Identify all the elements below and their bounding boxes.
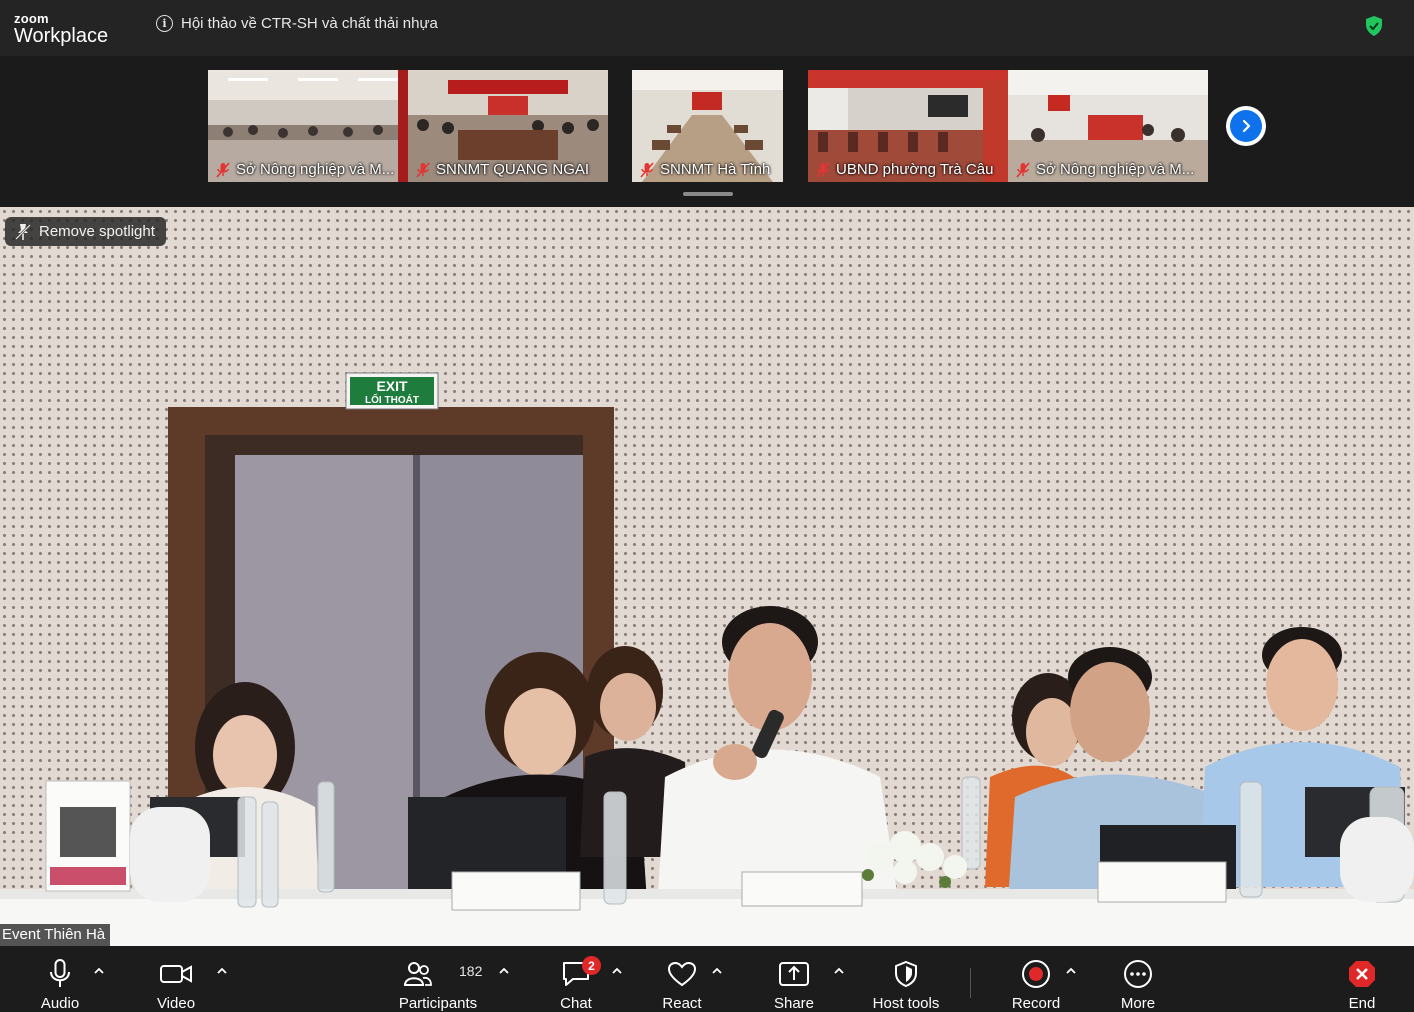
thumbnail-tile[interactable]: Sở Nông nghiệp và M... xyxy=(208,70,408,182)
participant-thumbnail-strip: Sở Nông nghiệp và M... SNNMT QUANG NGAI … xyxy=(0,56,1414,207)
thumbnail-name: UBND phường Trà Câu xyxy=(816,161,1002,178)
chat-unread-badge: 2 xyxy=(582,956,601,975)
share-button[interactable]: Share xyxy=(766,946,822,1012)
share-screen-icon xyxy=(779,961,809,986)
meeting-info[interactable]: i Hội thảo về CTR-SH và chất thải nhựa xyxy=(156,15,438,32)
chevron-right-icon xyxy=(1230,110,1262,142)
thumbnail-name: SNNMT QUANG NGAI xyxy=(416,161,602,178)
active-speaker-name: Event Thiên Hà xyxy=(0,924,111,946)
host-tools-button[interactable]: Host tools xyxy=(866,946,946,1012)
zoom-workplace-logo: zoom Workplace xyxy=(14,12,108,46)
exit-sign-text: EXIT xyxy=(376,378,408,394)
more-button[interactable]: More xyxy=(1110,946,1166,1012)
exit-sign-subtext: LỐI THOÁT xyxy=(365,392,419,406)
meeting-controls-toolbar: Audio Video Participants 182 Chat 2 Reac… xyxy=(0,946,1414,1012)
record-options-chevron-icon[interactable] xyxy=(1065,966,1077,976)
remove-spotlight-button[interactable]: Remove spotlight xyxy=(5,217,166,246)
meeting-title: Hội thảo về CTR-SH và chất thải nhựa xyxy=(181,15,438,32)
thumbnail-name: SNNMT Hà Tĩnh xyxy=(640,161,777,178)
pin-icon xyxy=(15,223,31,240)
audio-options-chevron-icon[interactable] xyxy=(93,966,105,976)
video-camera-icon xyxy=(160,964,192,983)
participants-button[interactable]: Participants xyxy=(393,946,483,1012)
title-bar: zoom Workplace i Hội thảo về CTR-SH và c… xyxy=(0,0,1414,56)
muted-mic-icon xyxy=(816,161,830,178)
brand-small: zoom xyxy=(14,11,49,26)
participants-options-chevron-icon[interactable] xyxy=(498,966,510,976)
microphone-icon xyxy=(50,958,70,987)
more-options-icon xyxy=(1124,959,1152,988)
video-options-chevron-icon[interactable] xyxy=(216,966,228,976)
share-options-chevron-icon[interactable] xyxy=(833,966,845,976)
next-page-button[interactable] xyxy=(1226,106,1266,146)
brand-large: Workplace xyxy=(14,25,109,47)
participants-icon xyxy=(404,961,432,986)
remove-spotlight-label: Remove spotlight xyxy=(39,223,155,240)
strip-resize-handle[interactable] xyxy=(683,192,733,196)
muted-mic-icon xyxy=(640,161,654,178)
muted-mic-icon xyxy=(216,161,230,178)
react-button[interactable]: React xyxy=(654,946,710,1012)
muted-mic-icon xyxy=(416,161,430,178)
audio-button[interactable]: Audio xyxy=(30,946,90,1012)
spotlight-video[interactable]: EXIT LỐI THOÁT Remove spotlight Event Th… xyxy=(0,207,1414,946)
chat-options-chevron-icon[interactable] xyxy=(611,966,623,976)
host-shield-icon xyxy=(895,960,917,987)
spotlight-video-scene: EXIT LỐI THOÁT xyxy=(0,372,1414,946)
thumbnail-name: Sở Nông nghiệp và M... xyxy=(1016,161,1202,178)
record-button[interactable]: Record xyxy=(1006,946,1066,1012)
video-button[interactable]: Video xyxy=(146,946,206,1012)
end-meeting-icon xyxy=(1349,960,1375,987)
encryption-shield-icon[interactable] xyxy=(1364,15,1384,37)
record-icon xyxy=(1022,959,1050,988)
participants-count: 182 xyxy=(459,963,483,979)
thumbnail-tile[interactable]: SNNMT QUANG NGAI xyxy=(408,70,608,182)
thumbnail-tile[interactable]: Sở Nông nghiệp và M... xyxy=(1008,70,1208,182)
chat-button[interactable]: Chat xyxy=(548,946,604,1012)
muted-mic-icon xyxy=(1016,161,1030,178)
react-options-chevron-icon[interactable] xyxy=(711,966,723,976)
toolbar-divider xyxy=(970,968,971,998)
thumbnail-name: Sở Nông nghiệp và M... xyxy=(216,161,402,178)
thumbnail-tile[interactable]: SNNMT Hà Tĩnh xyxy=(632,70,783,182)
thumbnail-tile[interactable]: UBND phường Trà Câu xyxy=(808,70,1008,182)
info-icon[interactable]: i xyxy=(156,15,173,32)
end-meeting-button[interactable]: End xyxy=(1336,946,1388,1012)
heart-icon xyxy=(667,961,697,986)
